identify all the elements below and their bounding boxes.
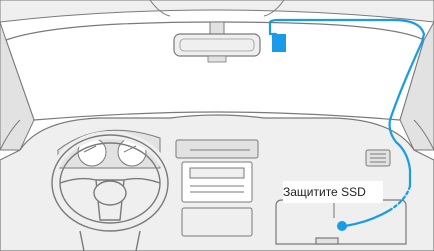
air-vent-right: [365, 149, 391, 167]
ssd-drive-icon: [337, 221, 347, 231]
dashcam-icon: [272, 34, 286, 52]
center-console: [175, 139, 259, 237]
car-roof: [0, 0, 434, 23]
ssd-callout-label: Защитите SSD: [283, 181, 383, 203]
dashcam-install-diagram: Защитите SSD: [0, 0, 434, 251]
car-interior-illustration: [0, 0, 434, 251]
